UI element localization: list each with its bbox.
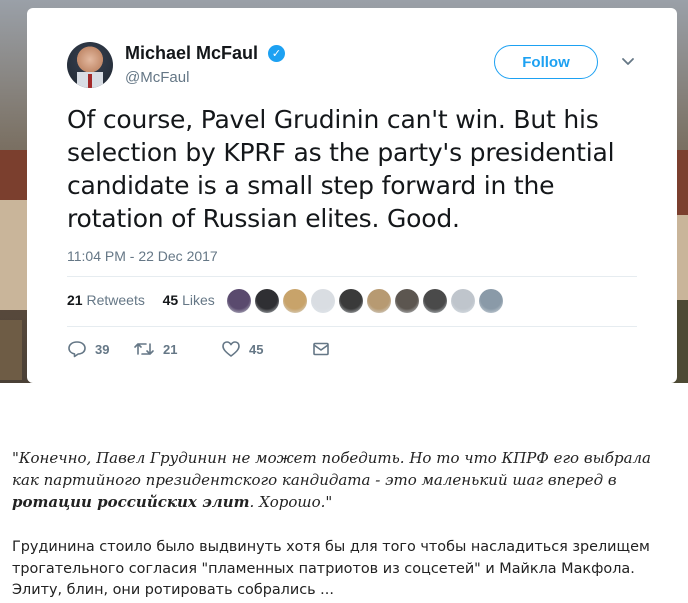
translated-quote: "Конечно, Павел Грудинин не может победи… [12, 447, 677, 513]
verified-badge-icon: ✓ [268, 45, 285, 62]
retweets-count: 21 [67, 292, 83, 308]
liker-avatars [227, 289, 503, 315]
liker-avatar[interactable] [255, 289, 279, 313]
retweet-icon [134, 343, 154, 355]
likes-label: Likes [182, 292, 215, 308]
quote-text: "Конечно, Павел Грудинин не может победи… [12, 449, 652, 489]
reply-icon [68, 341, 86, 358]
avatar-tie [88, 74, 92, 88]
liker-avatar[interactable] [227, 289, 251, 313]
author-handle[interactable]: @McFaul [125, 69, 189, 86]
background-arch [0, 320, 22, 380]
quote-text-end: . Хорошо." [249, 493, 333, 511]
retweets-label: Retweets [86, 292, 145, 308]
retweets-stat[interactable]: 21 Retweets [67, 292, 145, 308]
likes-count: 45 [162, 292, 179, 308]
like-count: 45 [249, 341, 264, 357]
liker-avatar[interactable] [451, 289, 475, 313]
follow-button[interactable]: Follow [494, 45, 598, 79]
background-wall [0, 200, 28, 310]
liker-avatar[interactable] [395, 289, 419, 313]
reply-button[interactable]: 39 [67, 340, 133, 358]
envelope-icon [313, 342, 329, 356]
liker-avatar[interactable] [283, 289, 307, 313]
divider [67, 276, 637, 277]
chevron-down-icon[interactable] [620, 53, 636, 69]
reply-count: 39 [95, 341, 110, 357]
liker-avatar[interactable] [479, 289, 503, 313]
heart-icon [222, 341, 240, 357]
like-button[interactable]: 45 [221, 340, 311, 358]
author-avatar[interactable] [67, 42, 113, 88]
direct-message-button[interactable] [311, 340, 339, 358]
quote-highlight: ротации российских элит [12, 493, 250, 511]
liker-avatar[interactable] [339, 289, 363, 313]
tweet-actions: 39 21 45 [67, 340, 339, 358]
retweet-button[interactable]: 21 [133, 340, 221, 358]
liker-avatar[interactable] [311, 289, 335, 313]
tweet-card: Michael McFaul ✓ @McFaul Follow Of cours… [27, 8, 677, 383]
engagement-stats: 21 Retweets 45 Likes [67, 292, 215, 308]
tweet-text: Of course, Pavel Grudinin can't win. But… [67, 105, 615, 233]
tweet-timestamp[interactable]: 11:04 PM - 22 Dec 2017 [67, 248, 218, 264]
author-name[interactable]: Michael McFaul [125, 43, 258, 64]
likes-stat[interactable]: 45 Likes [163, 292, 215, 308]
liker-avatar[interactable] [367, 289, 391, 313]
retweet-count: 21 [163, 341, 178, 357]
author-comment: Грудинина стоило было выдвинуть хотя бы … [12, 539, 650, 598]
liker-avatar[interactable] [423, 289, 447, 313]
divider [67, 326, 637, 327]
